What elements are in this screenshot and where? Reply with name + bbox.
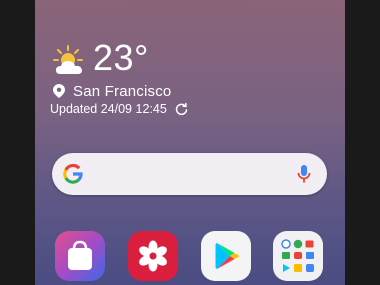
play-store-icon [215, 243, 240, 269]
google-g-icon [63, 163, 83, 184]
google-search-bar[interactable] [52, 153, 327, 195]
updated-time: Updated 24/09 12:45 [50, 102, 167, 116]
partly-cloudy-icon [53, 44, 87, 78]
refresh-icon[interactable] [175, 102, 188, 116]
home-screen: 23° San Francisco Updated 24/09 12:45 [35, 0, 345, 285]
google-folder-icon [281, 239, 314, 272]
temperature: 23° [93, 37, 149, 78]
microphone-icon[interactable] [297, 164, 311, 184]
location-pin-icon [53, 84, 65, 98]
google-folder[interactable] [273, 231, 323, 281]
galaxy-store-app[interactable] [55, 231, 105, 281]
weather-updated: Updated 24/09 12:45 [50, 101, 188, 117]
location-name: San Francisco [73, 82, 172, 100]
gallery-app[interactable] [128, 231, 178, 281]
gallery-icon [139, 240, 167, 272]
location: San Francisco [53, 82, 171, 100]
galaxy-store-icon [68, 240, 92, 270]
play-store-app[interactable] [201, 231, 251, 281]
